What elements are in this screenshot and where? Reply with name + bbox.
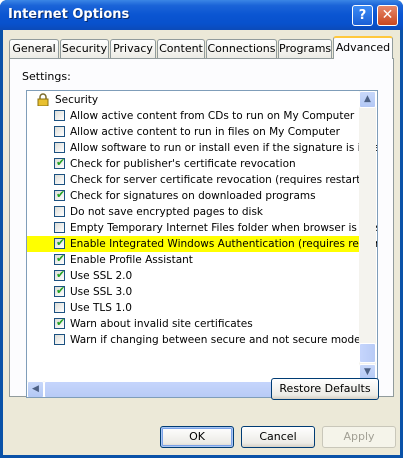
option-checkbox[interactable]: ✔ (54, 156, 66, 169)
checkmark-icon: ✔ (56, 188, 66, 201)
cancel-button[interactable]: Cancel (241, 426, 315, 448)
option-row[interactable]: ✔ Use SSL 3.0 (27, 284, 360, 300)
option-label: Allow active content from CDs to run on … (70, 110, 355, 122)
option-row[interactable]: Use TLS 1.0 (27, 300, 360, 316)
option-row[interactable]: ✔ Enable Integrated Windows Authenticatio… (27, 236, 377, 252)
option-row[interactable]: Check for server certificate revocation … (27, 172, 364, 188)
option-row[interactable]: ✔ Use SSL 2.0 (27, 268, 360, 284)
option-label: Enable Integrated Windows Authentication… (70, 238, 378, 250)
checkmark-icon: ✔ (56, 268, 66, 281)
help-button[interactable]: ? (352, 5, 373, 26)
option-label: Warn if changing between secure and not … (70, 334, 361, 346)
option-checkbox[interactable] (54, 334, 65, 345)
option-row[interactable]: Allow active content to run in files on … (27, 124, 360, 140)
tab-content[interactable]: Content (157, 39, 205, 58)
vertical-scroll-thumb[interactable] (359, 343, 376, 363)
vertical-scrollbar[interactable]: ▲ ▼ (359, 91, 376, 381)
option-row[interactable]: Warn if changing between secure and not … (27, 332, 361, 348)
option-checkbox[interactable]: ✔ (54, 268, 66, 281)
option-label: Enable Profile Assistant (70, 254, 193, 266)
option-label: Empty Temporary Internet Files folder wh… (70, 222, 378, 234)
tab-programs[interactable]: Programs (278, 39, 332, 58)
option-checkbox[interactable]: ✔ (54, 188, 66, 201)
window-title: Internet Options (8, 7, 130, 22)
option-row[interactable]: Do not save encrypted pages to disk (27, 204, 360, 220)
option-checkbox[interactable] (54, 222, 65, 233)
option-checkbox[interactable] (54, 302, 65, 313)
lock-icon (37, 93, 49, 106)
dialog-client: General Security Privacy Content Connect… (3, 30, 400, 455)
tab-connections[interactable]: Connections (206, 39, 277, 58)
option-label: Warn about invalid site certificates (70, 318, 253, 330)
option-label: Allow active content to run in files on … (70, 126, 340, 138)
checkmark-icon: ✔ (56, 156, 66, 169)
section-label: Security (55, 94, 99, 106)
option-checkbox[interactable] (54, 206, 65, 217)
restore-defaults-button[interactable]: Restore Defaults (271, 378, 379, 400)
option-checkbox[interactable]: ✔ (54, 236, 66, 249)
close-button[interactable]: ✕ (377, 5, 398, 26)
tab-advanced[interactable]: Advanced (333, 36, 393, 59)
option-row[interactable]: ✔ Check for signatures on downloaded prog… (27, 188, 360, 204)
scroll-left-button[interactable]: ◀ (27, 381, 44, 397)
option-label: Do not save encrypted pages to disk (70, 206, 264, 218)
section-header-security: Security (27, 92, 360, 108)
option-label: Use TLS 1.0 (70, 302, 132, 314)
option-checkbox[interactable]: ✔ (54, 284, 66, 297)
checkmark-icon: ✔ (56, 252, 66, 265)
option-checkbox[interactable]: ✔ (54, 316, 66, 329)
internet-options-window: Internet Options ? ✕ General Security Pr… (0, 0, 403, 458)
option-checkbox[interactable] (54, 174, 65, 185)
option-label: Allow software to run or install even if… (70, 142, 378, 154)
option-row[interactable]: Allow software to run or install even if… (27, 140, 377, 156)
apply-button: Apply (322, 426, 396, 448)
checkmark-icon: ✔ (56, 316, 66, 329)
scroll-up-button[interactable]: ▲ (359, 91, 376, 108)
checkmark-icon: ✔ (56, 236, 66, 249)
option-row[interactable]: ✔ Warn about invalid site certificates (27, 316, 360, 332)
option-row[interactable]: ✔ Check for publisher's certificate revoc… (27, 156, 360, 172)
ok-button[interactable]: OK (160, 426, 234, 448)
option-checkbox[interactable]: ✔ (54, 252, 66, 265)
option-checkbox[interactable] (54, 126, 65, 137)
tab-security[interactable]: Security (60, 39, 109, 58)
advanced-panel: Settings: Security Allow active content … (9, 58, 394, 398)
option-row[interactable]: Empty Temporary Internet Files folder wh… (27, 220, 377, 236)
checkmark-icon: ✔ (56, 284, 66, 297)
option-row[interactable]: Allow active content from CDs to run on … (27, 108, 360, 124)
option-row[interactable]: ✔ Enable Profile Assistant (27, 252, 360, 268)
option-checkbox[interactable] (54, 142, 65, 153)
option-checkbox[interactable] (54, 110, 65, 121)
tab-general[interactable]: General (9, 39, 59, 58)
settings-label: Settings: (22, 70, 71, 83)
option-label: Check for server certificate revocation … (70, 174, 365, 186)
tab-privacy[interactable]: Privacy (110, 39, 156, 58)
title-bar[interactable]: Internet Options ? ✕ (0, 0, 403, 30)
option-label: Use SSL 3.0 (70, 286, 133, 298)
option-label: Use SSL 2.0 (70, 270, 133, 282)
settings-list[interactable]: Security Allow active content from CDs t… (26, 90, 378, 398)
option-label: Check for publisher's certificate revoca… (70, 158, 296, 170)
option-label: Check for signatures on downloaded progr… (70, 190, 316, 202)
